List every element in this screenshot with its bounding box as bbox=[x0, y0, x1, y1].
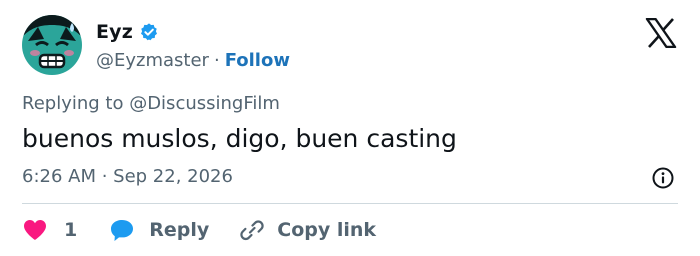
handle-separator: · bbox=[213, 49, 220, 71]
reply-bubble-icon bbox=[111, 220, 134, 241]
follow-button[interactable]: Follow bbox=[225, 50, 290, 71]
avatar[interactable] bbox=[22, 15, 82, 75]
reply-button[interactable]: Reply bbox=[109, 218, 209, 242]
copy-link-label: Copy link bbox=[277, 219, 377, 241]
tweet-body: buenos muslos, digo, buen casting bbox=[22, 124, 457, 153]
avatar-image bbox=[22, 15, 82, 75]
replying-to-text: Replying to @DiscussingFilm bbox=[22, 93, 280, 114]
author-handle[interactable]: @Eyzmaster bbox=[96, 50, 209, 71]
info-icon[interactable] bbox=[651, 166, 675, 190]
link-icon bbox=[240, 220, 264, 241]
copy-link-button[interactable]: Copy link bbox=[239, 218, 376, 242]
tweet-card: Eyz @Eyzmaster · Follow Replying to @Dis… bbox=[0, 0, 700, 256]
verified-badge-icon bbox=[141, 23, 158, 41]
author-name-row: Eyz bbox=[96, 20, 159, 44]
author-display-name[interactable]: Eyz bbox=[96, 21, 133, 43]
action-bar: 1 Reply Copy link bbox=[22, 214, 376, 246]
heart-icon bbox=[24, 220, 46, 240]
tweet-timestamp[interactable]: 6:26 AM · Sep 22, 2026 bbox=[22, 166, 233, 187]
x-logo-icon[interactable] bbox=[645, 18, 677, 48]
like-count: 1 bbox=[64, 219, 78, 241]
like-button[interactable]: 1 bbox=[22, 218, 77, 242]
author-handle-row: @Eyzmaster · Follow bbox=[96, 48, 290, 72]
action-divider bbox=[22, 203, 678, 204]
reply-label: Reply bbox=[149, 219, 210, 241]
